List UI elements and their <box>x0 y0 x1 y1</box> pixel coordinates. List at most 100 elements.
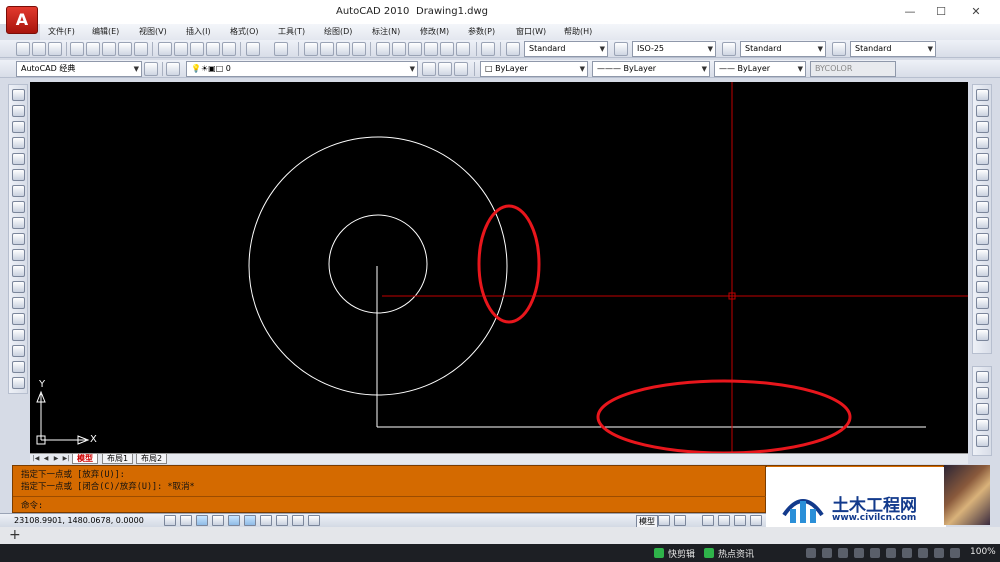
next-tab-icon[interactable]: ▶ <box>52 455 60 463</box>
snap-icon[interactable] <box>164 515 176 526</box>
erase-icon[interactable] <box>976 89 989 101</box>
cut-icon[interactable] <box>158 42 172 56</box>
grid-icon[interactable] <box>180 515 192 526</box>
outer-circle[interactable] <box>248 136 508 396</box>
stretch-icon[interactable] <box>976 217 989 229</box>
redo-icon[interactable] <box>274 42 288 56</box>
rotate-icon[interactable] <box>976 185 989 197</box>
drawing-canvas[interactable]: Y X <box>30 82 968 453</box>
region-icon[interactable] <box>12 345 25 357</box>
tab-layout1[interactable]: 布局1 <box>102 454 134 464</box>
polar-icon[interactable] <box>212 515 224 526</box>
point-icon[interactable] <box>12 297 25 309</box>
workspace-settings-icon[interactable] <box>144 62 158 76</box>
help-icon[interactable] <box>481 42 495 56</box>
menu-insert[interactable]: 插入(I) <box>186 26 211 37</box>
make-object-layer-current-icon[interactable] <box>422 62 436 76</box>
bring-above-icon[interactable] <box>976 403 989 415</box>
save-icon[interactable] <box>48 42 62 56</box>
match-properties-icon[interactable] <box>222 42 236 56</box>
pan-icon[interactable] <box>304 42 318 56</box>
showmotion-icon[interactable] <box>750 515 762 526</box>
taskbar-item-quick-edit[interactable]: 快剪辑 <box>668 547 695 560</box>
tray-icon[interactable] <box>902 548 912 558</box>
osnap-icon[interactable] <box>228 515 240 526</box>
table-icon[interactable] <box>12 361 25 373</box>
layer-previous-icon[interactable] <box>438 62 452 76</box>
multileader-style-icon[interactable] <box>832 42 846 56</box>
pan-status-icon[interactable] <box>702 515 714 526</box>
fillet-icon[interactable] <box>976 329 989 341</box>
steeringwheel-icon[interactable] <box>734 515 746 526</box>
ortho-icon[interactable] <box>196 515 208 526</box>
menu-tools[interactable]: 工具(T) <box>278 26 305 37</box>
quick-properties-icon[interactable] <box>308 515 320 526</box>
command-prompt[interactable]: 命令: <box>21 499 43 511</box>
linetype-select[interactable]: ——— ByLayer ▼ <box>592 61 710 77</box>
color-select[interactable]: □ ByLayer ▼ <box>480 61 588 77</box>
hatch-icon[interactable] <box>12 313 25 325</box>
circle-icon[interactable] <box>12 185 25 197</box>
layer-manager-icon[interactable] <box>166 62 180 76</box>
tray-icon[interactable] <box>934 548 944 558</box>
paste-icon[interactable] <box>190 42 204 56</box>
menu-file[interactable]: 文件(F) <box>48 26 75 37</box>
ellipse-icon[interactable] <box>12 233 25 245</box>
last-tab-icon[interactable]: ▶| <box>62 455 70 463</box>
tray-icon[interactable] <box>822 548 832 558</box>
copy-icon[interactable] <box>174 42 188 56</box>
tab-model[interactable]: 模型 <box>72 454 98 464</box>
chamfer-icon[interactable] <box>976 313 989 325</box>
menu-draw[interactable]: 绘图(D) <box>324 26 352 37</box>
tab-layout2[interactable]: 布局2 <box>136 454 168 464</box>
add-icon[interactable]: + <box>9 527 21 543</box>
inner-circle[interactable] <box>328 214 428 314</box>
multileader-style-select[interactable]: Standard ▼ <box>850 41 936 57</box>
send-under-icon[interactable] <box>976 419 989 431</box>
spline-icon[interactable] <box>12 217 25 229</box>
zoom-realtime-icon[interactable] <box>320 42 334 56</box>
first-tab-icon[interactable]: |◀ <box>32 455 40 463</box>
undo-icon[interactable] <box>246 42 260 56</box>
ellipse-arc-icon[interactable] <box>12 249 25 261</box>
offset-icon[interactable] <box>976 137 989 149</box>
copy-object-icon[interactable] <box>976 105 989 117</box>
close-button[interactable]: ✕ <box>966 3 986 21</box>
etransmit-icon[interactable] <box>134 42 148 56</box>
scale-icon[interactable] <box>976 201 989 213</box>
array-icon[interactable] <box>976 153 989 165</box>
speaker-icon[interactable] <box>950 548 960 558</box>
zoom-previous-icon[interactable] <box>352 42 366 56</box>
line-icon[interactable] <box>12 89 25 101</box>
multiline-text-icon[interactable] <box>12 377 25 389</box>
print-preview-icon[interactable] <box>86 42 100 56</box>
table-style-icon[interactable] <box>722 42 736 56</box>
zoom-window-icon[interactable] <box>336 42 350 56</box>
join-icon[interactable] <box>976 297 989 309</box>
tray-icon[interactable] <box>886 548 896 558</box>
arc-icon[interactable] <box>12 169 25 181</box>
bring-to-front-icon[interactable] <box>976 371 989 383</box>
extend-icon[interactable] <box>976 249 989 261</box>
polyline-icon[interactable] <box>12 121 25 133</box>
zoom-status-icon[interactable] <box>718 515 730 526</box>
publish-icon[interactable] <box>102 42 116 56</box>
otrack-icon[interactable] <box>244 515 256 526</box>
design-center-icon[interactable] <box>392 42 406 56</box>
menu-format[interactable]: 格式(O) <box>230 26 259 37</box>
tray-icon[interactable] <box>838 548 848 558</box>
3d-dwf-icon[interactable] <box>118 42 132 56</box>
menu-edit[interactable]: 编辑(E) <box>92 26 119 37</box>
menu-modify[interactable]: 修改(M) <box>420 26 449 37</box>
lineweight-toggle-icon[interactable] <box>292 515 304 526</box>
maximize-button[interactable]: ☐ <box>931 3 951 21</box>
make-block-icon[interactable] <box>12 281 25 293</box>
revision-cloud-icon[interactable] <box>12 201 25 213</box>
calculator-icon[interactable] <box>456 42 470 56</box>
text-style-icon[interactable] <box>506 42 520 56</box>
send-to-back-icon[interactable] <box>976 387 989 399</box>
menu-dimension[interactable]: 标注(N) <box>372 26 400 37</box>
gradient-icon[interactable] <box>12 329 25 341</box>
app-menu-button[interactable]: A <box>6 6 38 34</box>
properties-icon[interactable] <box>376 42 390 56</box>
